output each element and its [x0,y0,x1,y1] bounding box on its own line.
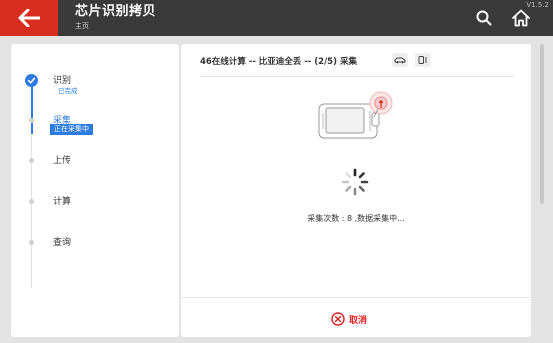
step-dot [29,118,34,123]
scrollbar[interactable] [540,44,544,204]
header-divider [200,76,514,77]
step-dot [29,240,34,245]
step-query: 查询 [11,234,179,258]
back-button[interactable] [0,0,58,36]
loading-spinner-icon [341,168,369,196]
top-bar: 芯片识别拷贝 主页 V1.5.2 [0,0,553,36]
check-icon [25,74,38,87]
step-calculate: 计算 [11,193,179,217]
step-identify: 识别 已完成 [11,72,179,96]
home-icon [512,9,530,27]
cancel-label: 取消 [349,315,368,326]
arrow-left-icon [18,9,40,27]
cancel-button[interactable]: 取消 [331,309,367,329]
status-badge: 正在采集中 [50,124,93,135]
home-button[interactable] [511,8,531,28]
search-icon [476,10,492,26]
device-key-illustration-icon [318,91,393,139]
page-title: 芯片识别拷贝 [75,4,157,19]
step-dot [29,199,34,204]
car-icon [392,53,408,67]
step-label: 计算 [53,197,72,207]
key-device-icon [415,53,431,67]
steps-sidebar: 识别 已完成 采集 正在采集中 上传 计算 查询 [11,44,179,337]
step-collect: 采集 正在采集中 [11,112,179,136]
process-title: 46在线计算 -- 比亚迪全丢 -- (2/5) 采集 [200,57,357,67]
main-panel: 46在线计算 -- 比亚迪全丢 -- (2/5) 采集 采集次数: 8 ,数据… [181,44,531,337]
footer-divider [181,297,531,298]
step-label: 上传 [53,156,72,166]
title-block: 芯片识别拷贝 主页 [75,4,156,31]
step-upload: 上传 [11,152,179,176]
breadcrumb[interactable]: 主页 [75,21,156,31]
step-status: 已完成 [58,87,78,95]
search-button[interactable] [475,9,493,27]
progress-status-text: 采集次数 : 8 ,数据采集中... [307,214,405,223]
close-circle-icon [331,312,345,326]
step-dot [29,158,34,163]
step-label: 查询 [53,238,72,248]
